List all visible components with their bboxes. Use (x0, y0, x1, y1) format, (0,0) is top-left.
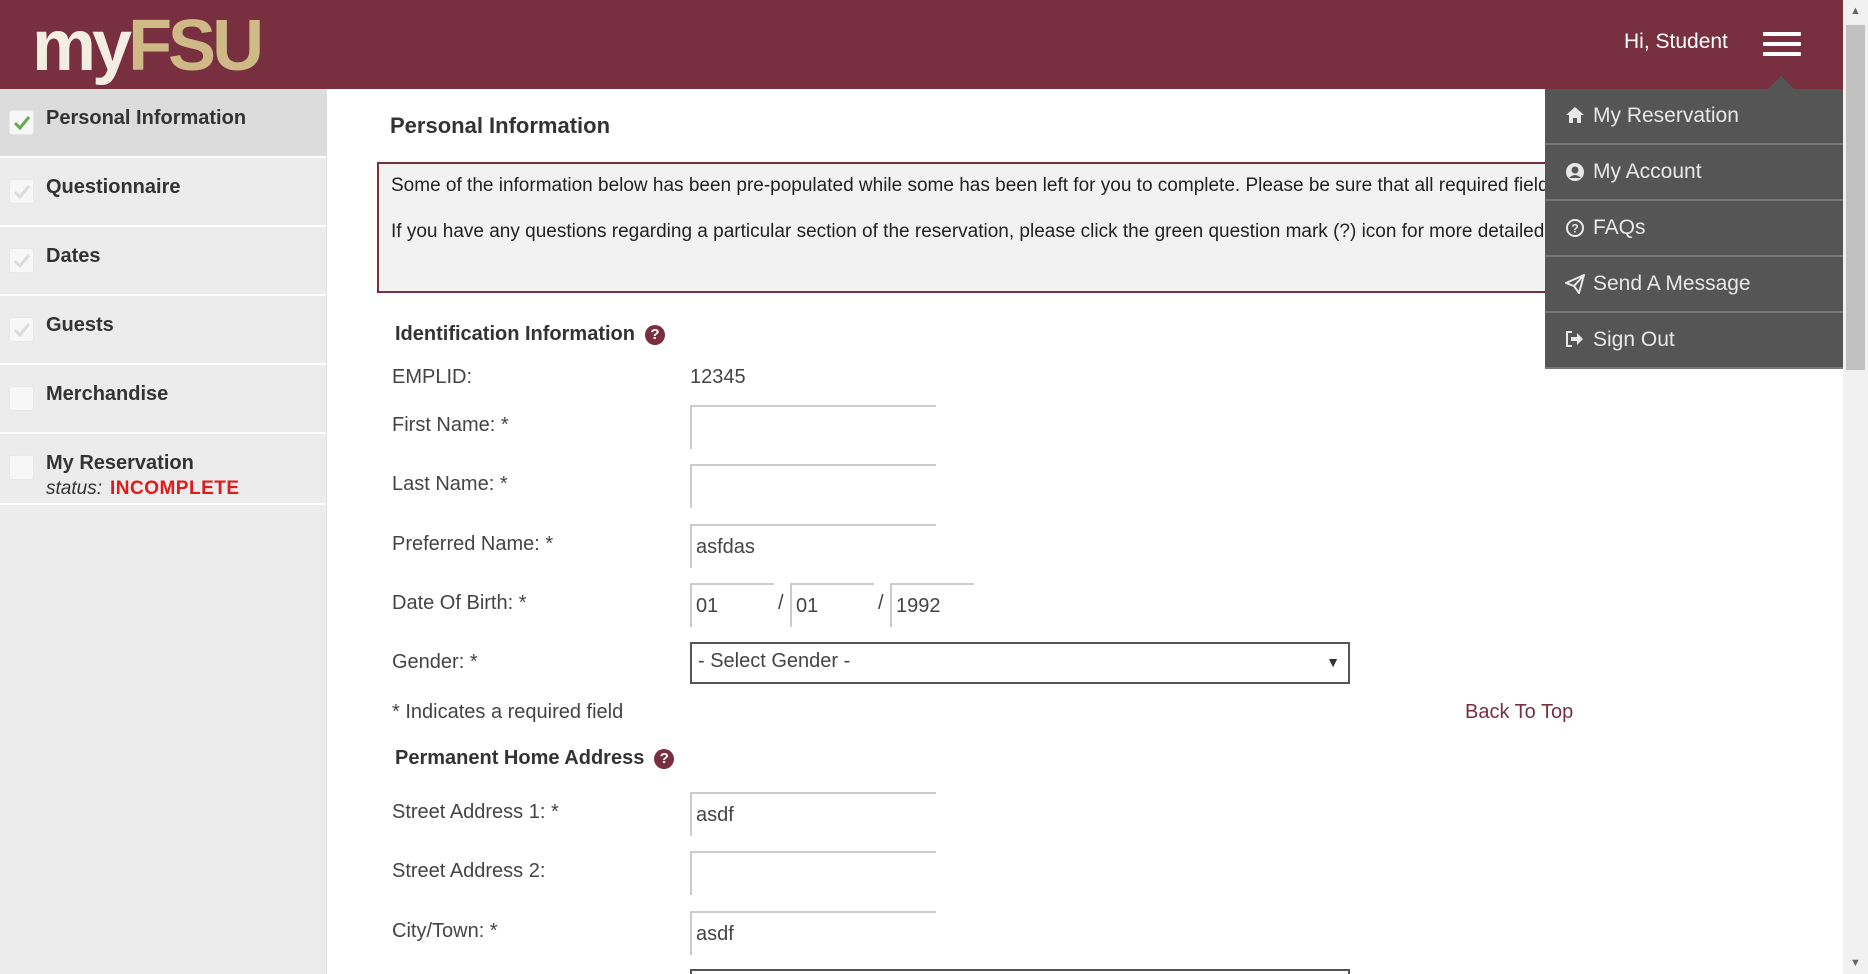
menu-item-send-message[interactable]: Send A Message (1545, 257, 1843, 313)
scroll-up-arrow-icon[interactable]: ▲ (1843, 0, 1868, 22)
sidebar-item-personal-information[interactable]: Personal Information (0, 89, 326, 158)
emplid-value: 12345 (690, 366, 746, 388)
checkmark-icon (9, 110, 34, 135)
city-field[interactable] (690, 911, 936, 955)
menu-item-my-reservation[interactable]: My Reservation (1545, 89, 1843, 145)
city-label: City/Town: * (392, 920, 498, 942)
sidebar-item-label: Personal Information (46, 107, 247, 129)
reservation-status: status: INCOMPLETE (46, 478, 240, 499)
identification-heading: Identification Information? (395, 323, 665, 346)
street2-label: Street Address 2: (392, 860, 546, 882)
street1-field[interactable] (690, 792, 936, 836)
paper-plane-icon (1565, 274, 1585, 294)
header-bar: myFSU Hi, Student (0, 0, 1843, 89)
menu-item-sign-out[interactable]: Sign Out (1545, 313, 1843, 369)
sidebar-item-label: My Reservation (46, 452, 194, 474)
gender-select[interactable]: - Select Gender - ▼ (690, 642, 1350, 684)
scroll-thumb[interactable] (1846, 25, 1865, 370)
sidebar-item-my-reservation[interactable]: My Reservation status: INCOMPLETE (0, 434, 326, 505)
scroll-down-arrow-icon[interactable]: ▼ (1843, 952, 1868, 974)
first-name-label: First Name: * (392, 414, 509, 436)
last-name-label: Last Name: * (392, 473, 508, 495)
dob-month-field[interactable] (690, 583, 774, 627)
status-badge: INCOMPLETE (109, 478, 240, 499)
street2-field[interactable] (690, 851, 936, 895)
page-title: Personal Information (390, 113, 611, 138)
menu-item-faqs[interactable]: ? FAQs (1545, 201, 1843, 257)
back-to-top-link[interactable]: Back To Top (1465, 701, 1573, 724)
sidebar-nav: Personal Information Questionnaire Dates… (0, 89, 327, 974)
checkbox-empty-icon (9, 386, 34, 411)
sidebar-item-label: Merchandise (46, 383, 169, 405)
user-dropdown-menu: My Reservation My Account ? FAQs Send A … (1545, 89, 1843, 369)
last-name-field[interactable] (690, 464, 936, 508)
sidebar-item-questionnaire[interactable]: Questionnaire (0, 158, 326, 227)
help-question-icon[interactable]: ? (645, 325, 665, 345)
address-heading: Permanent Home Address? (395, 747, 675, 770)
svg-text:?: ? (1571, 222, 1578, 236)
user-greeting: Hi, Student (1624, 30, 1728, 53)
required-field-note: * Indicates a required field (392, 701, 624, 723)
emplid-label: EMPLID: (392, 366, 473, 388)
vertical-scrollbar[interactable]: ▲ ▼ (1843, 0, 1868, 974)
dob-label: Date Of Birth: * (392, 592, 527, 614)
home-icon (1565, 106, 1585, 126)
user-circle-icon (1565, 162, 1585, 182)
partial-select[interactable] (690, 969, 1350, 974)
myfsu-logo[interactable]: myFSU (32, 8, 264, 84)
hamburger-menu-icon[interactable] (1763, 30, 1801, 58)
dob-year-field[interactable] (890, 583, 974, 627)
checkmark-icon (9, 179, 34, 204)
checkmark-icon (9, 248, 34, 273)
dob-day-field[interactable] (790, 583, 874, 627)
dob-separator: / (878, 592, 884, 614)
dob-separator: / (778, 592, 784, 614)
checkbox-empty-icon (9, 455, 34, 480)
street1-label: Street Address 1: * (392, 801, 559, 823)
sign-out-icon (1565, 330, 1585, 350)
first-name-field[interactable] (690, 405, 936, 449)
help-question-icon[interactable]: ? (654, 749, 675, 769)
preferred-name-label: Preferred Name: * (392, 533, 554, 555)
gender-label: Gender: * (392, 651, 478, 673)
sidebar-item-label: Questionnaire (46, 176, 181, 198)
menu-caret (1768, 76, 1794, 89)
sidebar-item-dates[interactable]: Dates (0, 227, 326, 296)
sidebar-item-guests[interactable]: Guests (0, 296, 326, 365)
dropdown-arrow-icon: ▼ (1326, 654, 1340, 670)
preferred-name-field[interactable] (690, 524, 936, 568)
menu-item-my-account[interactable]: My Account (1545, 145, 1843, 201)
question-circle-icon: ? (1565, 218, 1585, 238)
sidebar-item-label: Guests (46, 314, 114, 336)
sidebar-item-label: Dates (46, 245, 101, 267)
sidebar-item-merchandise[interactable]: Merchandise (0, 365, 326, 434)
checkmark-icon (9, 317, 34, 342)
